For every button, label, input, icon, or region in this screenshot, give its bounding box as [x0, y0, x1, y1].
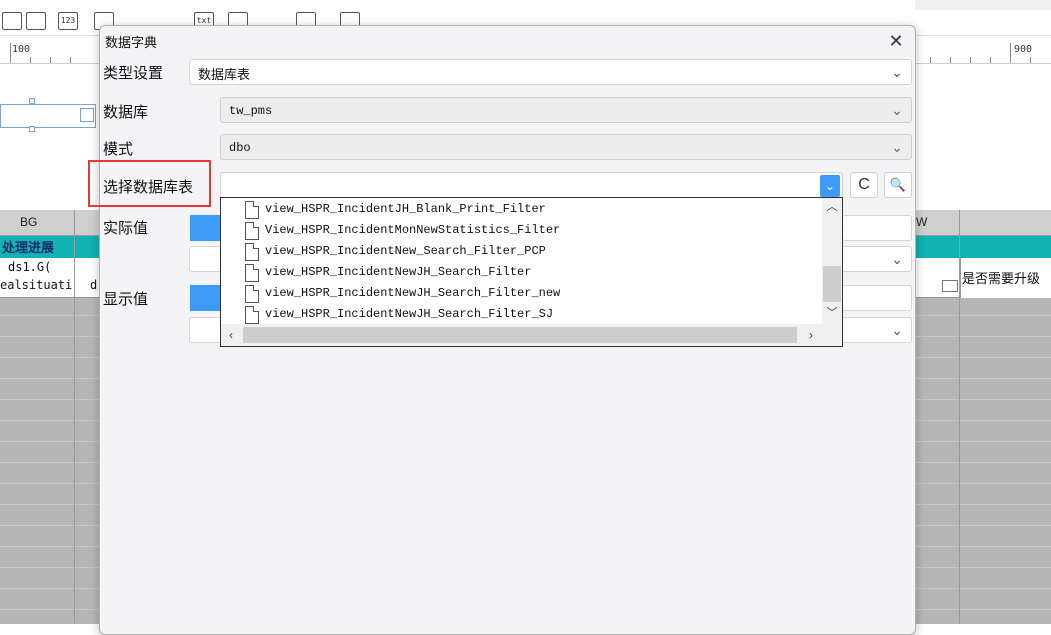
file-icon — [245, 285, 259, 303]
ruler-tick — [990, 57, 991, 63]
ruler-tick — [70, 57, 71, 63]
refresh-button[interactable]: C — [850, 172, 878, 198]
grid-cell-progress[interactable]: 处理进展 — [2, 237, 54, 256]
grid-header-w: W — [916, 215, 928, 229]
grid-cell-line3[interactable]: d — [90, 278, 97, 292]
chevron-down-icon: ⌄ — [891, 251, 903, 267]
actual-value-label: 实际值 — [103, 220, 149, 237]
list-item[interactable]: view_HSPR_IncidentJH_Blank_Print_Filter — [221, 199, 821, 220]
select-table-label: 选择数据库表 — [103, 179, 194, 196]
chevron-down-icon: ⌄ — [891, 102, 903, 118]
dialog-title: 数据字典 — [105, 35, 158, 50]
file-icon — [245, 306, 259, 324]
scroll-down-icon[interactable]: ﹀ — [822, 304, 842, 322]
file-icon — [245, 264, 259, 282]
grid-icon[interactable] — [2, 12, 22, 30]
list-item-label: view_HSPR_IncidentNewJH_Search_Filter — [265, 265, 532, 279]
ruler-tick — [10, 43, 11, 63]
type-setting-label: 类型设置 — [103, 65, 164, 82]
chevron-down-icon: ⌄ — [891, 64, 903, 80]
database-select[interactable]: tw_pms ⌄ — [220, 97, 912, 123]
grid-cell-line2[interactable]: ealsituati — [0, 278, 72, 292]
ruler-tick — [30, 57, 31, 63]
grid-header-bg: BG — [20, 215, 38, 229]
display-value-indicator[interactable] — [190, 285, 220, 311]
ruler-tick — [950, 57, 951, 63]
ruler-tick — [970, 57, 971, 63]
schema-select[interactable]: dbo ⌄ — [220, 134, 912, 160]
chevron-down-icon: ⌄ — [891, 322, 903, 338]
schema-label: 模式 — [103, 141, 134, 158]
vertical-scrollbar[interactable]: ︿ ﹀ — [822, 198, 842, 324]
list-item-label: view_HSPR_IncidentNewJH_Search_Filter_ne… — [265, 286, 561, 300]
scroll-up-icon[interactable]: ︿ — [822, 198, 842, 216]
list-item-label: view_HSPR_IncidentJH_Blank_Print_Filter — [265, 202, 546, 216]
list-item-label: view_HSPR_IncidentNew_Search_Filter_PCP — [265, 244, 546, 258]
preview-button[interactable]: 🔍 — [884, 172, 912, 198]
file-icon — [245, 201, 259, 219]
list-item-label: view_HSPR_IncidentNewJH_Search_Filter_SJ — [265, 307, 554, 321]
horizontal-scrollbar[interactable]: ‹ › — [221, 324, 822, 346]
type-setting-select[interactable]: 数据库表 ⌄ — [189, 59, 912, 85]
ruler-tick — [1010, 43, 1011, 63]
ruler-label-right: 900 — [1014, 44, 1033, 55]
display-value-field[interactable] — [842, 285, 912, 311]
table-dropdown-list: view_HSPR_IncidentJH_Blank_Print_Filter … — [220, 197, 843, 347]
ruler-label-left: 100 — [12, 44, 31, 55]
resize-handle[interactable] — [29, 126, 35, 132]
type-setting-value: 数据库表 — [198, 67, 251, 82]
number-icon[interactable]: 123 — [58, 12, 78, 30]
chevron-down-icon: ⌄ — [824, 179, 836, 193]
database-label: 数据库 — [103, 104, 149, 121]
actual-value-field[interactable] — [842, 215, 912, 241]
close-icon: ✕ — [888, 31, 904, 51]
preview-icon: 🔍 — [889, 177, 907, 192]
field-dropdown-icon[interactable] — [80, 108, 94, 122]
close-button[interactable]: ✕ — [884, 29, 908, 53]
list-item-label: View_HSPR_IncidentMonNewStatistics_Filte… — [265, 223, 561, 237]
file-icon — [245, 222, 259, 240]
list-item[interactable]: view_HSPR_IncidentNew_Search_Filter_PCP — [221, 241, 821, 262]
ruler-tick — [1030, 57, 1031, 63]
list-item[interactable]: view_HSPR_IncidentNewJH_Search_Filter_ne… — [221, 283, 821, 304]
display-value-label: 显示值 — [103, 291, 149, 308]
chevron-down-icon: ⌄ — [891, 139, 903, 155]
scroll-left-icon[interactable]: ‹ — [221, 324, 241, 346]
grid-column-line — [74, 210, 75, 624]
scrollbar-corner — [822, 324, 842, 346]
scroll-thumb[interactable] — [243, 327, 797, 343]
scroll-right-icon[interactable]: › — [801, 324, 821, 346]
grid-cell-upgrade-label: 是否需要升级 — [962, 271, 1041, 286]
ruler-tick — [930, 57, 931, 63]
ruler-tick — [50, 57, 51, 63]
scroll-thumb[interactable] — [823, 266, 841, 302]
list-item[interactable]: view_HSPR_IncidentNewJH_Search_Filter_SJ — [221, 304, 821, 324]
list-item[interactable]: View_HSPR_IncidentMonNewStatistics_Filte… — [221, 220, 821, 241]
actual-value-indicator[interactable] — [190, 215, 220, 241]
table-dropdown-toggle[interactable]: ⌄ — [820, 175, 840, 197]
select-table-combobox[interactable] — [220, 172, 843, 198]
resize-handle[interactable] — [29, 98, 35, 104]
calendar-icon[interactable] — [26, 12, 46, 30]
file-icon — [245, 243, 259, 261]
list-item[interactable]: view_HSPR_IncidentNewJH_Search_Filter — [221, 262, 821, 283]
toolbar-right-strip — [915, 0, 1051, 10]
refresh-icon: C — [858, 176, 870, 193]
database-value: tw_pms — [229, 104, 273, 118]
grid-cell-line1[interactable]: ds1.G( — [8, 260, 51, 274]
schema-value: dbo — [229, 141, 251, 155]
grid-checkbox[interactable] — [942, 280, 958, 292]
